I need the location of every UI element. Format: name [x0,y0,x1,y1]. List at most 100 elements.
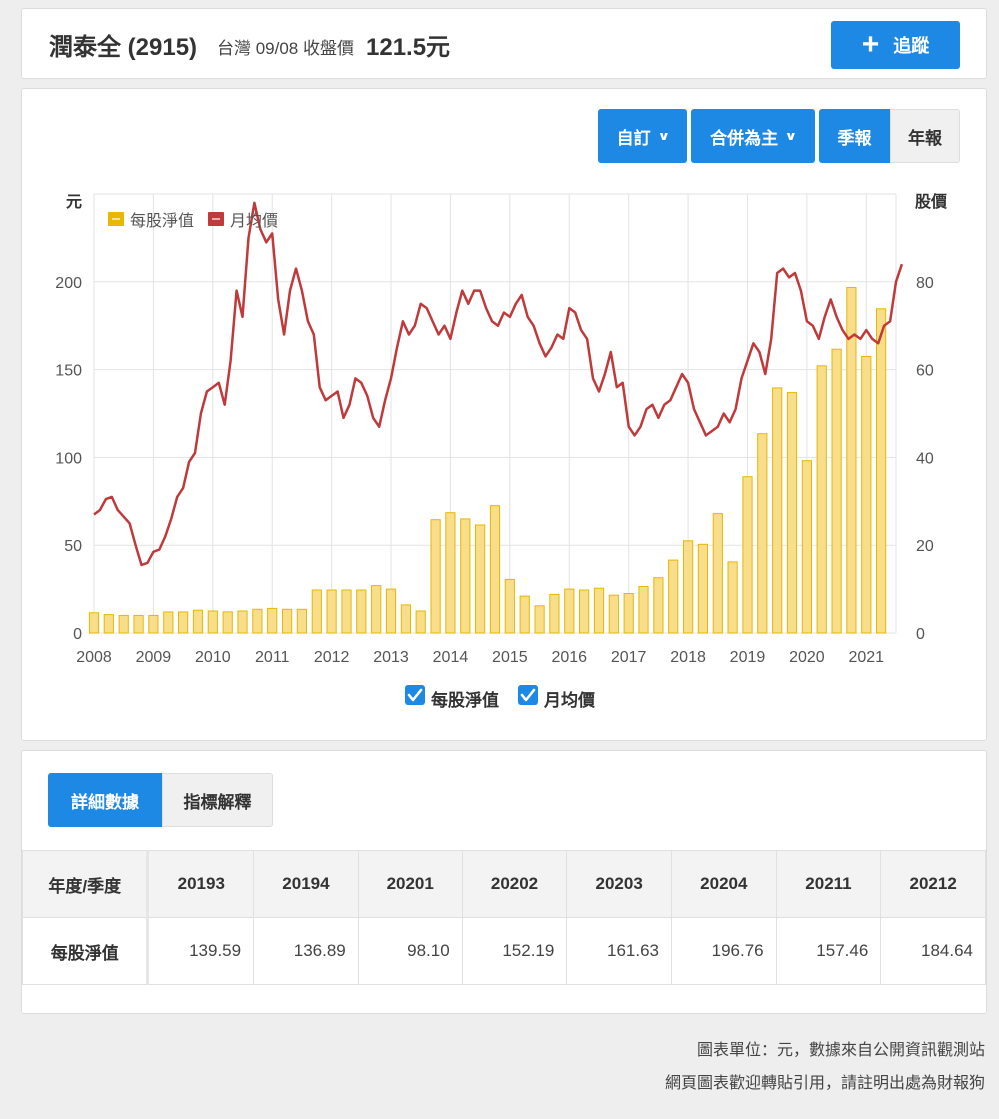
column-header: 20204 [670,850,777,918]
table-header-row: 年度/季度 20193 20194 20201 20202 20203 2020… [22,850,986,918]
table-row: 每股淨值 139.59 136.89 98.10 152.19 161.63 1… [22,917,986,985]
table-cell: 136.89 [253,917,359,985]
bar [608,594,619,634]
x-axis-tick-label: 2009 [136,649,172,666]
bar [88,612,100,634]
table-cell: 161.63 [566,917,672,985]
x-axis-tick-label: 2019 [730,649,766,666]
x-axis-tick-label: 2015 [492,649,528,666]
bar [252,608,263,634]
bar [786,392,798,634]
column-header: 20202 [461,850,568,918]
quarterly-toggle[interactable]: 季報 [819,109,890,163]
series-toggle-label: 月均價 [543,690,596,710]
bar [385,588,397,634]
track-button[interactable]: + 追蹤 [831,21,960,69]
stock-header: 潤泰全 (2915) 台灣 09/08 收盤價 121.5元 + 追蹤 [21,8,987,79]
data-table: 年度/季度 20193 20194 20201 20202 20203 2020… [22,850,986,985]
x-axis-tick-label: 2018 [670,649,706,666]
bar [504,578,515,634]
bar [222,611,233,634]
bar [237,610,248,634]
bar [207,610,218,634]
bar [653,577,664,634]
stock-name: 潤泰全 (2915) [49,34,198,61]
tab-detail-data[interactable]: 詳細數據 [48,773,162,827]
x-axis-tick-label: 2011 [255,649,290,666]
column-header: 20201 [357,850,463,918]
track-button-label: 追蹤 [893,36,930,56]
x-axis-tick-label: 2012 [314,649,350,666]
table-cell: 98.10 [357,917,463,985]
plus-icon: + [861,28,880,61]
consolidated-label: 合併為主 [710,128,779,148]
table-cell: 184.64 [880,917,986,985]
custom-period-dropdown[interactable]: 自訂 ∨ [598,109,687,163]
left-axis-tick-label: 200 [55,275,82,292]
bar [148,614,159,634]
x-axis-tick-label: 2010 [195,649,231,666]
bar [415,610,426,634]
left-axis-unit: 元 [66,194,82,211]
chart: 0 50 100 150 200 0 20 40 60 80 2008 2009 2010 2011 201… [55,192,948,710]
bar [638,586,649,634]
x-axis-tick-label: 2014 [433,649,469,666]
bar [757,433,768,634]
bar [371,585,382,634]
right-axis-tick-label: 0 [916,626,925,643]
close-price: 121.5元 [366,34,451,61]
bar [311,589,322,634]
table-cell: 152.19 [461,917,568,985]
bar [564,588,575,634]
annual-toggle[interactable]: 年報 [890,109,960,163]
bar [831,348,842,634]
bar [475,524,486,634]
bar [192,609,204,634]
footnote-attribution: 網頁圖表歡迎轉貼引用，請註明出處為財報狗 [664,1075,985,1092]
bar [816,365,827,634]
bar [519,595,530,634]
right-axis-tick-label: 60 [916,363,934,380]
bar [133,614,144,634]
bar [861,356,872,634]
custom-period-label: 自訂 [616,128,651,148]
bar [296,608,307,634]
column-header: 20212 [880,850,986,918]
row-header-label: 年度/季度 [22,850,150,918]
bar [742,476,753,634]
x-axis-tick-label: 2016 [551,649,587,666]
tab-indicator-explanation[interactable]: 指標解釋 [162,773,273,827]
bar [593,587,605,634]
consolidated-dropdown[interactable]: 合併為主 ∨ [691,109,815,163]
bar [460,518,471,634]
chevron-down-icon: ∨ [784,129,798,143]
x-axis-tick-label: 2013 [373,649,409,666]
bar [772,387,783,634]
data-table-card: 詳細數據 指標解釋 年度/季度 20193 20194 20201 20202 … [21,750,987,1014]
bar [727,561,738,634]
table-cell: 157.46 [775,917,882,985]
bar [430,519,441,634]
left-axis-tick-label: 100 [55,450,82,467]
legend-label: 月均價 [230,212,278,230]
left-axis-tick-label: 50 [64,538,82,555]
chevron-down-icon: ∨ [657,129,670,143]
bar [579,589,590,634]
bar [549,593,560,634]
bar [341,589,352,634]
bar [282,608,293,634]
market-date-label: 台灣 09/08 收盤價 [217,39,354,58]
bar [668,559,679,634]
right-axis-tick-label: 20 [916,538,934,555]
bar [534,605,545,634]
bar [267,607,278,634]
bar [623,593,634,634]
series-toggle-label: 每股淨值 [431,690,499,710]
column-header: 20203 [566,850,672,918]
bar [712,513,723,634]
bar [683,540,694,634]
bar [103,614,114,634]
column-header: 20194 [253,850,359,918]
right-axis-tick-label: 40 [916,450,934,467]
left-axis-tick-label: 150 [55,363,82,380]
